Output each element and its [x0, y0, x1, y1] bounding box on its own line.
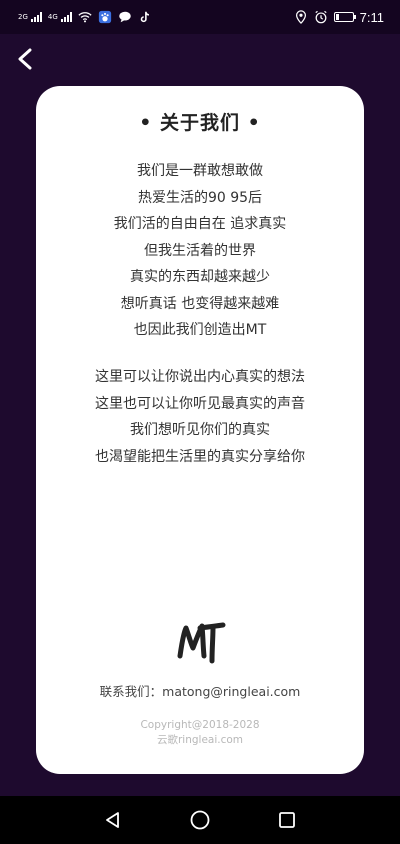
- intro-paragraph: 我们是一群敢想敢做 热爱生活的90 95后 我们活的自由自在 追求真实 但我生活…: [36, 158, 364, 344]
- square-recents-icon: [278, 812, 295, 828]
- copyright: Copyright@2018-2028 云歌ringleai.com: [36, 718, 364, 748]
- signal-icon: [30, 12, 42, 22]
- system-nav-bar: [0, 796, 400, 844]
- intro-line: 但我生活着的世界: [144, 242, 256, 259]
- circle-home-icon: [190, 810, 210, 830]
- contact-info: 联系我们：matong@ringleai.com: [99, 684, 301, 699]
- intro-line: 热爱生活的90 95后: [137, 189, 263, 206]
- copyright-line: Copyright@2018-2028: [140, 719, 260, 731]
- nav-recents-button[interactable]: [272, 805, 302, 835]
- baidu-paw-icon: [98, 10, 111, 24]
- mission-line: 这里可以让你说出内心真实的想法: [95, 369, 305, 385]
- tiktok-icon: [140, 11, 149, 23]
- about-card: • 关于我们 • 我们是一群敢想敢做 热爱生活的90 95后 我们活的自由自在 …: [36, 86, 364, 774]
- triangle-back-icon: [106, 812, 120, 828]
- wifi-icon: [78, 12, 92, 23]
- mission-paragraph: 这里可以让你说出内心真实的想法 这里也可以让你听见最真实的声音 我们想听见你们的…: [36, 364, 364, 470]
- page-title: • 关于我们 •: [139, 112, 261, 134]
- mission-line: 也渴望能把生活里的真实分享给你: [95, 448, 305, 465]
- signal-icon-2: [60, 12, 72, 22]
- battery-icon: [333, 12, 356, 22]
- status-bar-right: 7:11: [294, 10, 384, 25]
- mission-line: 这里也可以让你听见最真实的声音: [95, 395, 305, 412]
- status-time: 7:11: [359, 9, 384, 25]
- status-bar: 2G 4G 7:11: [0, 0, 400, 34]
- intro-line: 想听真话 也变得越来越难: [120, 295, 280, 312]
- intro-line: 我们是一群敢想敢做: [137, 163, 263, 179]
- alarm-icon: [315, 10, 327, 24]
- nav-back-button[interactable]: [98, 805, 128, 835]
- status-bar-left: 2G 4G: [18, 10, 152, 24]
- message-icon: [119, 11, 131, 23]
- copyright-site: 云歌ringleai.com: [156, 734, 244, 746]
- mission-line: 我们想听见你们的真实: [130, 422, 270, 438]
- intro-line: 真实的东西却越来越少: [130, 269, 270, 285]
- intro-line: 我们活的自由自在 追求真实: [113, 216, 287, 232]
- location-icon: [295, 10, 306, 24]
- mt-logo: [177, 622, 226, 664]
- nav-home-button[interactable]: [185, 805, 215, 835]
- chevron-left-icon: [18, 48, 32, 70]
- network-type-1: 2G: [18, 12, 28, 21]
- back-button[interactable]: [10, 44, 40, 74]
- intro-line: 也因此我们创造出MT: [133, 322, 267, 338]
- network-type-2: 4G: [47, 12, 58, 21]
